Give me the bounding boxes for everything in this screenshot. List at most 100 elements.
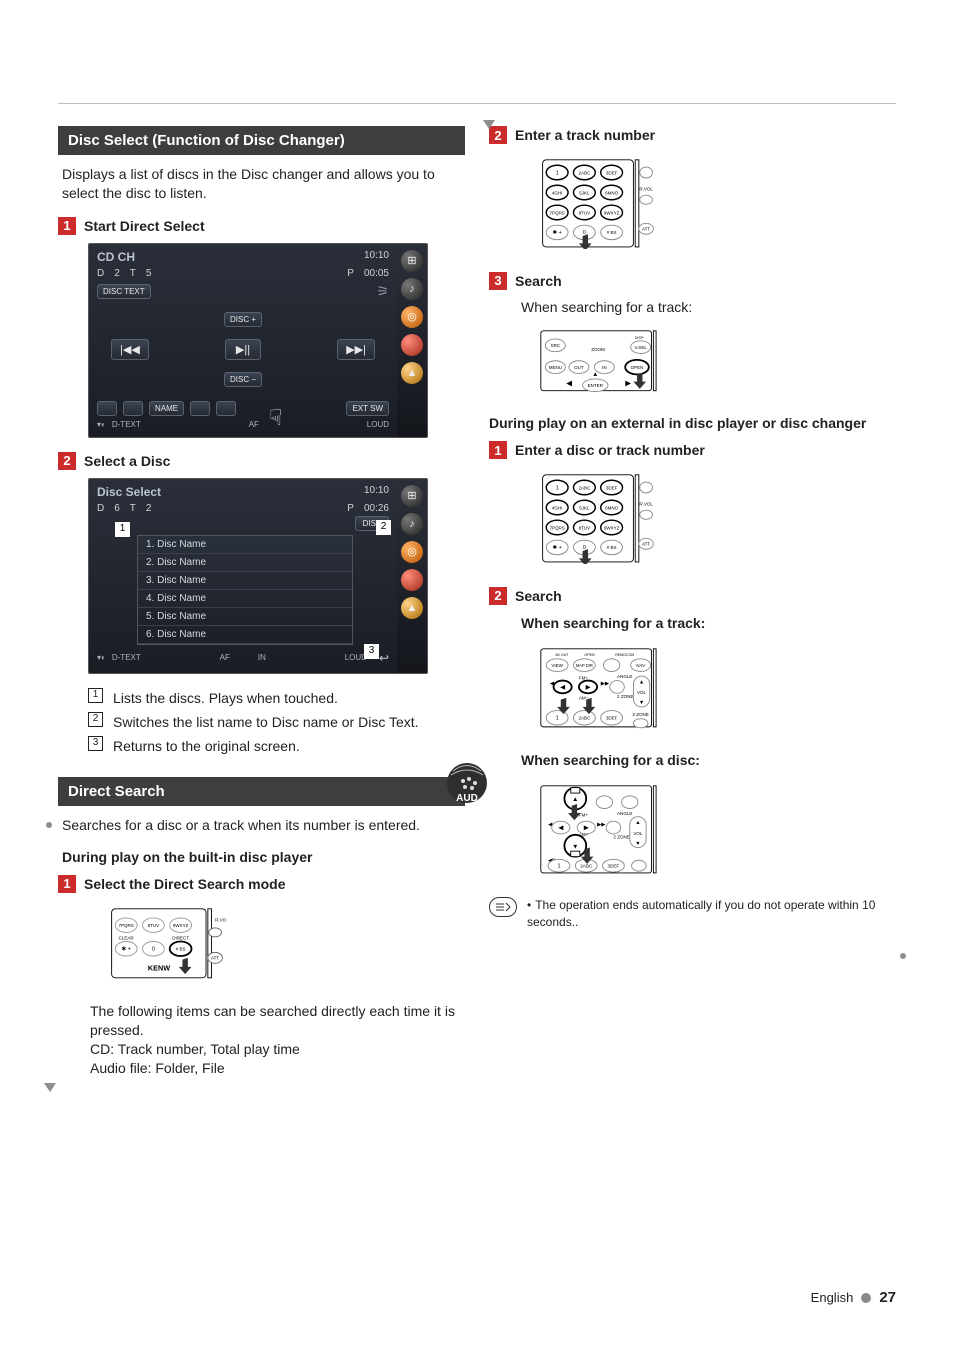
in-label: IN <box>258 653 266 662</box>
step-title: Select the Direct Search mode <box>84 876 286 892</box>
disc-list-item[interactable]: 1. Disc Name <box>138 536 352 554</box>
screen-clock: 10:10 <box>364 485 389 496</box>
bottom-button-4[interactable] <box>216 401 236 416</box>
ext-sw-button[interactable]: EXT SW <box>346 401 389 416</box>
svg-text:# BS: # BS <box>607 545 617 550</box>
info-note: •The operation ends automatically if you… <box>489 897 896 929</box>
play-pause-button[interactable]: ▶|| <box>225 339 261 360</box>
return-icon[interactable]: ↩ <box>379 651 389 665</box>
label-d: D <box>97 268 104 279</box>
side-icon-red[interactable] <box>401 569 423 591</box>
svg-text:VOL: VOL <box>633 830 643 835</box>
d-text-label: D-TEXT <box>112 653 141 662</box>
left-column: Disc Select (Function of Disc Changer) D… <box>58 126 465 1084</box>
svg-text:▶▶: ▶▶ <box>601 681 609 687</box>
svg-text:▲: ▲ <box>592 371 598 378</box>
svg-text:6MNO: 6MNO <box>605 190 619 195</box>
disc-list-item[interactable]: 6. Disc Name <box>138 626 352 644</box>
remote-illustration-nav-ring: SRC DISP V.SEL ZOOM MENU OUT IN OPEN ENT… <box>533 323 663 402</box>
side-icon-up[interactable]: ▲ <box>401 362 423 384</box>
svg-text:NAV: NAV <box>636 663 646 668</box>
prev-track-button[interactable]: |◀◀ <box>111 339 149 360</box>
section-dot-right <box>900 953 906 959</box>
svg-text:# BS: # BS <box>607 230 617 235</box>
side-icon-target[interactable]: ◎ <box>401 306 423 328</box>
bottom-button-2[interactable] <box>123 401 143 416</box>
next-track-button[interactable]: ▶▶| <box>337 339 375 360</box>
continue-arrow-icon <box>483 120 495 129</box>
svg-text:▼: ▼ <box>639 700 644 706</box>
svg-text:8TUV: 8TUV <box>579 525 591 530</box>
svg-text:MENU: MENU <box>549 365 562 370</box>
search-track-note: When searching for a track: <box>521 298 896 317</box>
svg-text:ATT: ATT <box>642 542 650 547</box>
subhead-search-disc: When searching for a disc: <box>521 752 892 768</box>
svg-text:8TUV: 8TUV <box>148 923 160 928</box>
svg-text:R.VOL: R.VOL <box>215 917 226 922</box>
disc-list-item[interactable]: 4. Disc Name <box>138 590 352 608</box>
bottom-button-1[interactable] <box>97 401 117 416</box>
bottom-button-3[interactable] <box>190 401 210 416</box>
svg-text:1: 1 <box>556 716 559 722</box>
disc-list-item[interactable]: 3. Disc Name <box>138 572 352 590</box>
svg-text:9WXYZ: 9WXYZ <box>604 525 620 530</box>
disc-list-item[interactable]: 5. Disc Name <box>138 608 352 626</box>
side-icon-up[interactable]: ▲ <box>401 597 423 619</box>
svg-text:ATT: ATT <box>211 955 219 960</box>
svg-text:8TUV: 8TUV <box>579 210 591 215</box>
disc-minus-button[interactable]: DISC − <box>224 372 262 387</box>
svg-text:ATT: ATT <box>642 227 650 232</box>
svg-text:OPEN: OPEN <box>584 653 595 657</box>
disc-list-item[interactable]: 2. Disc Name <box>138 554 352 572</box>
callout-marker-2: 2 <box>376 520 391 535</box>
svg-text:7PQRS: 7PQRS <box>549 210 564 215</box>
svg-text:# BS: # BS <box>176 946 186 951</box>
svg-text:9WXYZ: 9WXYZ <box>604 210 620 215</box>
screen-title: CD CH <box>97 250 135 264</box>
step-number: 1 <box>58 875 76 893</box>
side-icon-2[interactable]: ♪ <box>401 513 423 535</box>
side-icon-2[interactable]: ♪ <box>401 278 423 300</box>
continue-arrow-icon <box>44 1083 56 1092</box>
svg-text:✱ +: ✱ + <box>122 946 131 952</box>
screenshot-disc-select: Disc Select 10:10 D 6 T 2 P 00:26 1 2 <box>88 478 428 674</box>
subhead-builtin: During play on the built-in disc player <box>62 849 461 865</box>
side-icon-red[interactable] <box>401 334 423 356</box>
corner-dropdown-icon[interactable]: ▾◐ <box>97 420 106 429</box>
direct-search-intro: Searches for a disc or a track when its … <box>62 816 461 835</box>
name-button[interactable]: NAME <box>149 401 184 416</box>
corner-dropdown-icon[interactable]: ▾◐ <box>97 653 106 662</box>
svg-text:▼: ▼ <box>572 843 578 850</box>
svg-text:▶: ▶ <box>625 378 631 387</box>
label-t: T <box>130 268 136 279</box>
svg-text:5JKL: 5JKL <box>579 505 590 510</box>
disc-plus-button[interactable]: DISC + <box>224 312 262 327</box>
loud-label: LOUD <box>367 420 389 429</box>
side-icon-1[interactable]: ⊞ <box>401 250 423 272</box>
subhead-external-player: During play on an external in disc playe… <box>489 415 892 431</box>
svg-text:▶: ▶ <box>586 684 591 691</box>
remote-illustration-direct-button: R.VOL ATT 7PQRS 8TUV 9WXYZ CLEAR DIRECT … <box>102 901 232 989</box>
callout-box-3: 3 <box>88 736 103 751</box>
side-icon-target[interactable]: ◎ <box>401 541 423 563</box>
disc-text-button[interactable]: DISC TEXT <box>97 284 151 299</box>
svg-text:AV OUT: AV OUT <box>555 653 569 657</box>
bullet-icon: • <box>527 898 531 912</box>
svg-text:◀: ◀ <box>558 824 563 831</box>
footer-dot-icon <box>861 1293 871 1303</box>
label-p: P <box>347 268 354 279</box>
side-icon-1[interactable]: ⊞ <box>401 485 423 507</box>
step-title: Start Direct Select <box>84 218 205 234</box>
svg-text:OUT: OUT <box>574 365 584 370</box>
step-title: Select a Disc <box>84 453 170 469</box>
direct-search-note: The following items can be searched dire… <box>90 1002 465 1078</box>
svg-text:3DEF: 3DEF <box>606 170 618 175</box>
aud-badge-icon: AUD <box>445 761 489 805</box>
svg-text:2 ZONE: 2 ZONE <box>613 834 629 839</box>
play-time: 00:26 <box>364 503 389 514</box>
footer-language: English <box>811 1290 854 1305</box>
svg-text:CLEAR: CLEAR <box>119 935 135 940</box>
svg-text:▲: ▲ <box>639 679 644 685</box>
step-number: 2 <box>58 452 76 470</box>
section-heading-disc-select: Disc Select (Function of Disc Changer) <box>58 126 465 155</box>
